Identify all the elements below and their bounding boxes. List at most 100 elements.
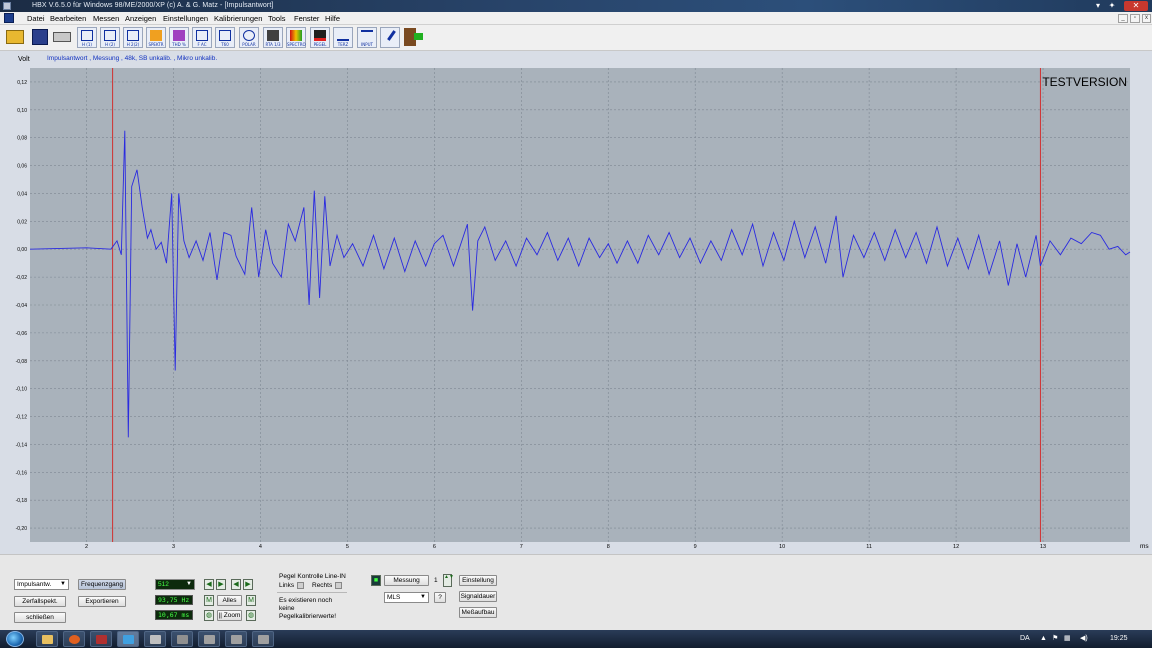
mdi-restore-icon[interactable]: ▫	[1130, 14, 1140, 23]
minimize-icon[interactable]: ▾	[1092, 1, 1104, 11]
schliessen-button[interactable]: schließen	[14, 612, 66, 623]
zoom-button[interactable]: || Zoom	[217, 610, 242, 621]
task-app-2[interactable]	[144, 631, 166, 647]
task-explorer[interactable]	[36, 631, 58, 647]
speaker-icon	[204, 635, 215, 644]
step-left-icon[interactable]: ◀	[204, 579, 214, 590]
alles-button[interactable]: Alles	[217, 595, 242, 606]
clock[interactable]: 19:25	[1110, 633, 1128, 645]
network-icon[interactable]: ✦	[1106, 1, 1118, 11]
step-left-2-icon[interactable]: ◀	[231, 579, 241, 590]
menu-tools[interactable]: Tools	[268, 12, 286, 25]
x-tick-label: 8	[607, 544, 610, 550]
view-select[interactable]: Impulsantw. ▼	[14, 579, 69, 590]
task-app-1[interactable]	[90, 631, 112, 647]
toolbar-fac-button[interactable]: F AC	[192, 27, 212, 48]
fft-size-select[interactable]: 512 ▼	[155, 579, 195, 590]
toolbar-polar-button[interactable]: POLAR	[239, 27, 259, 48]
menu-kalibrierungen[interactable]: Kalibrierungen	[214, 12, 262, 25]
arrow-right-icon	[414, 33, 423, 40]
step-right-2-icon[interactable]: ▶	[243, 579, 253, 590]
app-icon[interactable]	[3, 2, 11, 10]
messaufbau-button[interactable]: Meßaufbau	[459, 607, 497, 618]
frequenzgang-button[interactable]: Frequenzgang	[78, 579, 126, 590]
y-tick-label: -0,04	[16, 303, 28, 309]
x-tick-label: 3	[172, 544, 175, 550]
view-select-value: Impulsantw.	[17, 581, 52, 588]
toolbar-terz-button[interactable]: TERZ	[333, 27, 353, 48]
document-icon[interactable]	[4, 13, 14, 23]
menu-anzeigen[interactable]: Anzeigen	[125, 12, 156, 25]
mode-value: MLS	[387, 594, 401, 601]
toolbar-input-button[interactable]: INPUT	[357, 27, 377, 48]
signaldauer-button[interactable]: Signaldauer	[459, 591, 497, 602]
toolbar-thd-button[interactable]: THD %	[169, 27, 189, 48]
start-button[interactable]	[6, 631, 24, 647]
task-app-4[interactable]	[198, 631, 220, 647]
mdi-minimize-icon[interactable]: _	[1118, 14, 1128, 23]
toolbar-mic-button[interactable]	[380, 27, 400, 48]
menu-hilfe[interactable]: Hilfe	[325, 12, 340, 25]
grid-icon	[219, 30, 231, 41]
chevron-down-icon: ▼	[186, 581, 192, 587]
volume-icon[interactable]: ◀)	[1080, 633, 1088, 645]
divider	[277, 592, 347, 593]
plot-area[interactable]: 0,12 0,10 0,08 0,06 0,04 0,02 0,00 -0,02 -0,04 -0…	[0, 68, 1152, 554]
messung-button[interactable]: Messung	[384, 575, 429, 586]
x-tick-label: 5	[346, 544, 349, 550]
network-icon[interactable]: ▦	[1064, 633, 1071, 645]
rta-icon	[267, 30, 279, 41]
print-button[interactable]	[52, 27, 72, 48]
flag-icon[interactable]: ⚑	[1052, 633, 1058, 645]
menu-fenster[interactable]: Fenster	[294, 12, 319, 25]
toolbar-spektrum-button[interactable]: SPEKTR	[146, 27, 166, 48]
open-folder-button[interactable]	[5, 27, 25, 48]
y-tick-label: -0,06	[16, 331, 28, 337]
zoom-out-icon[interactable]: ◍	[204, 610, 214, 621]
task-app-6[interactable]	[252, 631, 274, 647]
marker-left-icon[interactable]: M	[204, 595, 214, 606]
grid-icon	[196, 30, 208, 41]
toolbar-spectro-button[interactable]: SPECTRO	[286, 27, 306, 48]
mdi-close-icon[interactable]: x	[1142, 14, 1151, 23]
zerfallspekt-button[interactable]: Zerfallspekt.	[14, 596, 66, 607]
pegel-info-line-2: keine	[279, 605, 295, 612]
toolbar-rta-button[interactable]: RTA 1/3	[263, 27, 283, 48]
step-right-icon[interactable]: ▶	[216, 579, 226, 590]
input-icon	[361, 30, 373, 41]
task-firefox[interactable]	[63, 631, 85, 647]
speaker-icon	[231, 635, 242, 644]
exportieren-button[interactable]: Exportieren	[78, 596, 126, 607]
count-spinner-icon[interactable]: ▲▼	[443, 574, 454, 587]
toolbar-h1-button[interactable]: H (1)	[77, 27, 97, 48]
impulse-chart[interactable]: 0,12 0,10 0,08 0,06 0,04 0,02 0,00 -0,02 -0,04 -0…	[0, 68, 1152, 554]
close-icon[interactable]: ✕	[1124, 1, 1148, 11]
menu-bearbeiten[interactable]: Bearbeiten	[50, 12, 86, 25]
folder-icon	[42, 635, 53, 644]
x-ticks: 2 3 4 5 6 7 8 9 10 11 12 13	[85, 544, 1046, 550]
toolbar-h22-button[interactable]: H 2(2)	[123, 27, 143, 48]
marker-right-icon[interactable]: M	[246, 595, 256, 606]
language-indicator[interactable]: DA	[1020, 633, 1030, 645]
help-button[interactable]: ?	[434, 592, 446, 603]
einstellung-button[interactable]: Einstellung	[459, 575, 497, 586]
toolbar-t60-button[interactable]: T60	[215, 27, 235, 48]
task-app-5[interactable]	[225, 631, 247, 647]
y-ticks: 0,12 0,10 0,08 0,06 0,04 0,02 0,00 -0,02 -0,04 -0…	[16, 80, 28, 532]
menu-messen[interactable]: Messen	[93, 12, 119, 25]
mode-select[interactable]: MLS ▼	[384, 592, 429, 603]
save-button[interactable]	[30, 27, 50, 48]
tray-expand-icon[interactable]: ▲	[1040, 633, 1047, 645]
menu-datei[interactable]: Datei	[27, 12, 45, 25]
toolbar-pegel-button[interactable]: PEGEL	[310, 27, 330, 48]
task-hbx[interactable]	[117, 631, 139, 647]
menu-einstellungen[interactable]: Einstellungen	[163, 12, 208, 25]
y-tick-label: 0,12	[17, 80, 27, 86]
toolbar-h2-button[interactable]: H (2)	[100, 27, 120, 48]
exit-button[interactable]	[403, 27, 423, 48]
y-tick-label: -0,20	[16, 526, 28, 532]
y-tick-label: 0,08	[17, 136, 27, 142]
task-app-3[interactable]	[171, 631, 193, 647]
record-indicator-icon[interactable]: ■	[371, 575, 381, 586]
zoom-in-icon[interactable]: ◍	[246, 610, 256, 621]
